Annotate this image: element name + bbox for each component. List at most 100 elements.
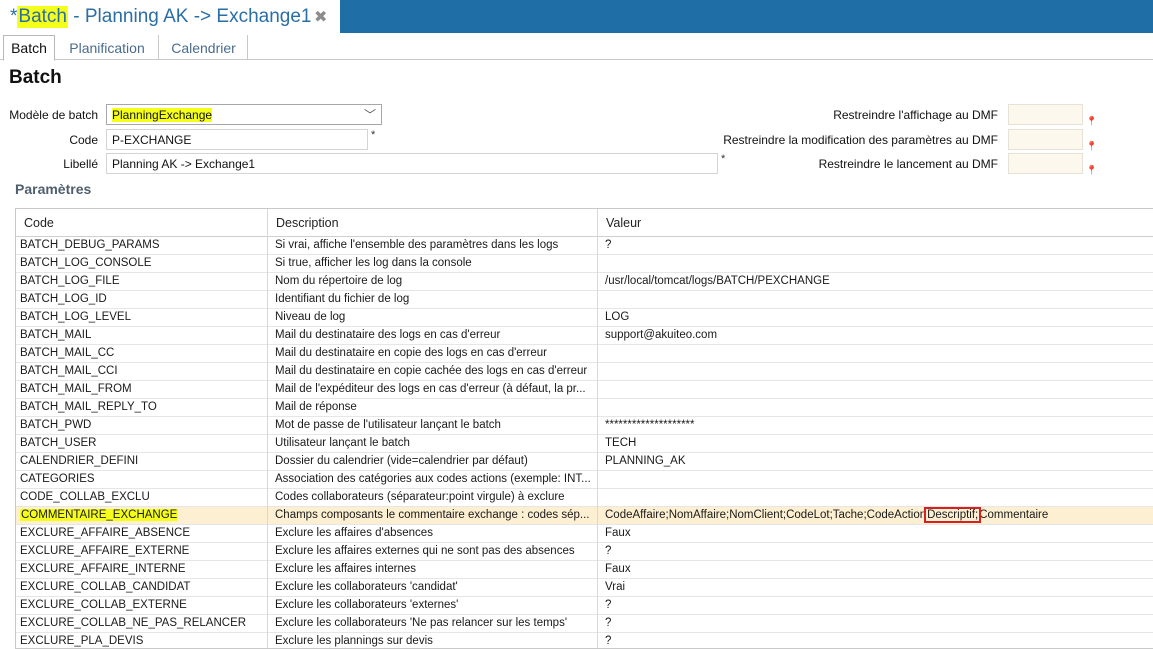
cell-code: BATCH_MAIL_REPLY_TO	[16, 399, 268, 417]
cell-code: BATCH_MAIL_CCI	[16, 363, 268, 381]
params-table: Code Description Valeur BATCH_DEBUG_PARA…	[15, 208, 1153, 649]
cell-value[interactable]: ?	[598, 597, 1153, 615]
cell-description: Dossier du calendrier (vide=calendrier p…	[268, 453, 598, 471]
cell-value[interactable]: LOG	[598, 309, 1153, 327]
cell-value[interactable]: ?	[598, 615, 1153, 633]
table-row[interactable]: CODE_COLLAB_EXCLU Codes collaborateurs (s…	[16, 489, 1153, 507]
dmf-display-input[interactable]	[1008, 104, 1083, 125]
highlighted-code: COMMENTAIRE_EXCHANGE	[20, 509, 179, 521]
cell-description: Exclure les affaires externes qui ne son…	[268, 543, 598, 561]
table-row[interactable]: BATCH_MAIL_CCI Mail du destinataire en co…	[16, 363, 1153, 381]
dmf-launch-input[interactable]	[1008, 153, 1083, 174]
table-row[interactable]: BATCH_MAIL_CC Mail du destinataire en cop…	[16, 345, 1153, 363]
pin-icon[interactable]: 📍	[1086, 116, 1097, 127]
cell-value[interactable]: ?	[598, 543, 1153, 561]
cell-code: BATCH_USER	[16, 435, 268, 453]
table-row[interactable]: COMMENTAIRE_EXCHANGE Champs composants le…	[16, 507, 1153, 525]
cell-code: EXCLURE_PLA_DEVIS	[16, 633, 268, 648]
table-row[interactable]: EXCLURE_AFFAIRE_EXTERNE Exclure les affai…	[16, 543, 1153, 561]
table-row[interactable]: EXCLURE_AFFAIRE_ABSENCE Exclure les affai…	[16, 525, 1153, 543]
cell-code: EXCLURE_COLLAB_CANDIDAT	[16, 579, 268, 597]
table-row[interactable]: BATCH_USER Utilisateur lançant le batch TE…	[16, 435, 1153, 453]
cell-value[interactable]: ********************	[598, 417, 1153, 435]
editor-tab-batch[interactable]: * Batch - Planning AK -> Exchange1 ✖	[0, 0, 340, 33]
cell-code: CATEGORIES	[16, 471, 268, 489]
subtab-bar: Batch Planification Calendrier	[0, 35, 1153, 61]
column-header-description[interactable]: Description	[268, 209, 598, 237]
table-row[interactable]: BATCH_LOG_CONSOLE Si true, afficher les l…	[16, 255, 1153, 273]
cell-code: EXCLURE_COLLAB_NE_PAS_RELANCER	[16, 615, 268, 633]
column-header-valeur[interactable]: Valeur	[598, 209, 1153, 237]
cell-value[interactable]	[598, 255, 1153, 273]
table-row[interactable]: CALENDRIER_DEFINI Dossier du calendrier (…	[16, 453, 1153, 471]
table-row[interactable]: BATCH_LOG_FILE Nom du répertoire de log/u…	[16, 273, 1153, 291]
cell-value[interactable]	[598, 363, 1153, 381]
pin-icon[interactable]: 📍	[1086, 165, 1097, 176]
cell-value[interactable]: ?	[598, 237, 1153, 255]
table-row[interactable]: BATCH_LOG_ID Identifiant du fichier de lo…	[16, 291, 1153, 309]
cell-code: CODE_COLLAB_EXCLU	[16, 489, 268, 507]
cell-code: BATCH_MAIL_FROM	[16, 381, 268, 399]
cell-value[interactable]: CodeAffaire;NomAffaire;NomClient;CodeLot…	[598, 507, 1153, 525]
cell-code: EXCLURE_AFFAIRE_EXTERNE	[16, 543, 268, 561]
libelle-input[interactable]: Planning AK -> Exchange1	[106, 153, 718, 174]
table-row[interactable]: CATEGORIES Association des catégories aux…	[16, 471, 1153, 489]
cell-value[interactable]	[598, 489, 1153, 507]
boxed-value-part: Descriptif;	[924, 507, 982, 523]
cell-value[interactable]: /usr/local/tomcat/logs/BATCH/PEXCHANGE	[598, 273, 1153, 291]
table-row[interactable]: EXCLURE_COLLAB_CANDIDAT Exclure les colla…	[16, 579, 1153, 597]
cell-value[interactable]	[598, 345, 1153, 363]
tab-batch[interactable]: Batch	[3, 35, 55, 61]
cell-value[interactable]	[598, 291, 1153, 309]
table-row[interactable]: BATCH_MAIL_FROM Mail de l'expéditeur des …	[16, 381, 1153, 399]
cell-value[interactable]: Vrai	[598, 579, 1153, 597]
cell-value[interactable]	[598, 381, 1153, 399]
tab-calendrier[interactable]: Calendrier	[160, 35, 248, 60]
cell-value[interactable]: TECH	[598, 435, 1153, 453]
cell-code: BATCH_LOG_CONSOLE	[16, 255, 268, 273]
cell-value[interactable]: PLANNING_AK	[598, 453, 1153, 471]
cell-description: Si vrai, affiche l'ensemble des paramètr…	[268, 237, 598, 255]
pin-icon[interactable]: 📍	[1086, 141, 1097, 152]
cell-description: Utilisateur lançant le batch	[268, 435, 598, 453]
code-input[interactable]: P-EXCHANGE	[106, 129, 368, 150]
table-row[interactable]: BATCH_DEBUG_PARAMS Si vrai, affiche l'ens…	[16, 237, 1153, 255]
table-row[interactable]: EXCLURE_PLA_DEVIS Exclure les plannings s…	[16, 633, 1153, 648]
close-icon[interactable]: ✖	[314, 7, 327, 27]
page-title: Batch	[9, 67, 62, 88]
table-row[interactable]: BATCH_MAIL_REPLY_TO Mail de réponse	[16, 399, 1153, 417]
model-select[interactable]: PlanningExchange ﹀	[106, 104, 382, 125]
cell-description: Nom du répertoire de log	[268, 273, 598, 291]
cell-code: CALENDRIER_DEFINI	[16, 453, 268, 471]
table-row[interactable]: EXCLURE_COLLAB_NE_PAS_RELANCER Exclure le…	[16, 615, 1153, 633]
cell-code: BATCH_DEBUG_PARAMS	[16, 237, 268, 255]
cell-description: Association des catégories aux codes act…	[268, 471, 598, 489]
editor-tab-highlight: Batch	[17, 5, 68, 28]
dmf-modify-input[interactable]	[1008, 129, 1083, 150]
cell-description: Si true, afficher les log dans la consol…	[268, 255, 598, 273]
cell-value[interactable]	[598, 471, 1153, 489]
cell-value[interactable]	[598, 399, 1153, 417]
cell-value[interactable]: Faux	[598, 525, 1153, 543]
value-part: CodeAffaire;NomAffaire;NomClient;CodeLot…	[605, 509, 927, 521]
cell-code: BATCH_PWD	[16, 417, 268, 435]
chevron-down-icon[interactable]: ﹀	[364, 106, 376, 123]
model-value: PlanningExchange	[112, 108, 213, 122]
table-row[interactable]: EXCLURE_COLLAB_EXTERNE Exclure les collab…	[16, 597, 1153, 615]
libelle-label: Libellé	[63, 157, 98, 171]
cell-value[interactable]: ?	[598, 633, 1153, 648]
tab-planification[interactable]: Planification	[56, 35, 159, 60]
required-mark: *	[371, 129, 376, 141]
table-row[interactable]: BATCH_MAIL Mail du destinataire des logs …	[16, 327, 1153, 345]
cell-value[interactable]: Faux	[598, 561, 1153, 579]
cell-description: Exclure les collaborateurs 'candidat'	[268, 579, 598, 597]
table-row[interactable]: EXCLURE_AFFAIRE_INTERNE Exclure les affai…	[16, 561, 1153, 579]
cell-description: Identifiant du fichier de log	[268, 291, 598, 309]
cell-code: EXCLURE_AFFAIRE_ABSENCE	[16, 525, 268, 543]
column-header-code[interactable]: Code	[16, 209, 268, 237]
cell-description: Exclure les collaborateurs 'Ne pas relan…	[268, 615, 598, 633]
cell-description: Niveau de log	[268, 309, 598, 327]
table-row[interactable]: BATCH_LOG_LEVEL Niveau de log LOG	[16, 309, 1153, 327]
cell-value[interactable]: support@akuiteo.com	[598, 327, 1153, 345]
table-row[interactable]: BATCH_PWD Mot de passe de l'utilisateur l…	[16, 417, 1153, 435]
